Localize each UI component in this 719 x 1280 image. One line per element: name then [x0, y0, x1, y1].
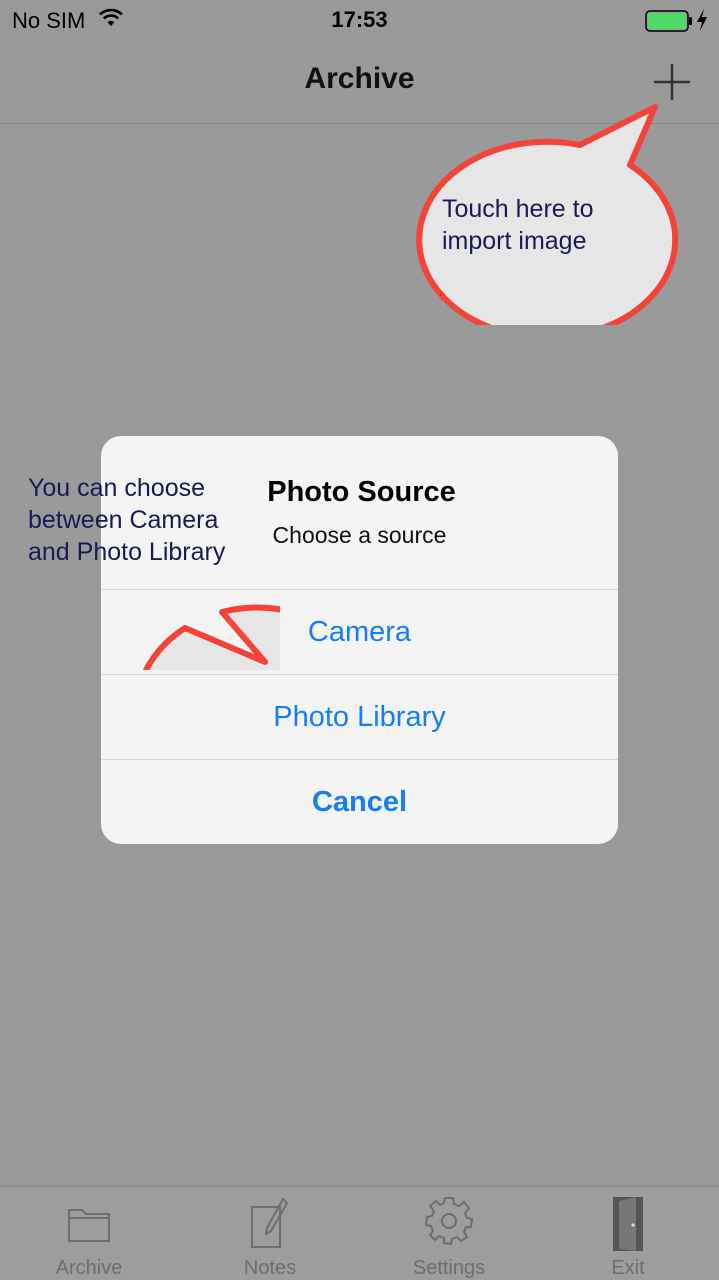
- note-pencil-icon: [245, 1195, 295, 1251]
- door-icon: [603, 1195, 653, 1251]
- page-title: Archive: [304, 62, 415, 95]
- tab-label: Settings: [412, 1257, 486, 1279]
- source-hint-callout: You can choose between Camera and Photo …: [0, 420, 382, 819]
- status-bar: No SIM 17:53: [0, 0, 719, 40]
- source-hint-text: You can choose between Camera and Photo …: [28, 474, 226, 566]
- folder-icon: [64, 1195, 114, 1251]
- import-hint-callout: Touch here to import image: [400, 95, 680, 341]
- tab-bar: Archive Notes Settings Exit: [0, 1186, 719, 1280]
- tab-label: Archive: [55, 1257, 123, 1279]
- clock: 17:53: [331, 7, 388, 32]
- photo-library-button[interactable]: Photo Library: [101, 674, 618, 759]
- charging-bolt-icon: [696, 8, 708, 37]
- tab-label: Exit: [611, 1257, 645, 1279]
- tab-exit[interactable]: Exit: [558, 1187, 698, 1280]
- tab-notes[interactable]: Notes: [200, 1187, 340, 1280]
- cancel-button[interactable]: Cancel: [101, 759, 618, 844]
- tab-archive[interactable]: Archive: [19, 1187, 159, 1280]
- battery-charging-icon: [645, 10, 693, 37]
- tab-settings[interactable]: Settings: [379, 1187, 519, 1280]
- gear-icon: [424, 1195, 474, 1251]
- import-hint-text: Touch here to import image: [442, 195, 594, 255]
- tab-label: Notes: [243, 1257, 297, 1279]
- app-screen: No SIM 17:53 Archive Touch here to impor…: [0, 0, 719, 1280]
